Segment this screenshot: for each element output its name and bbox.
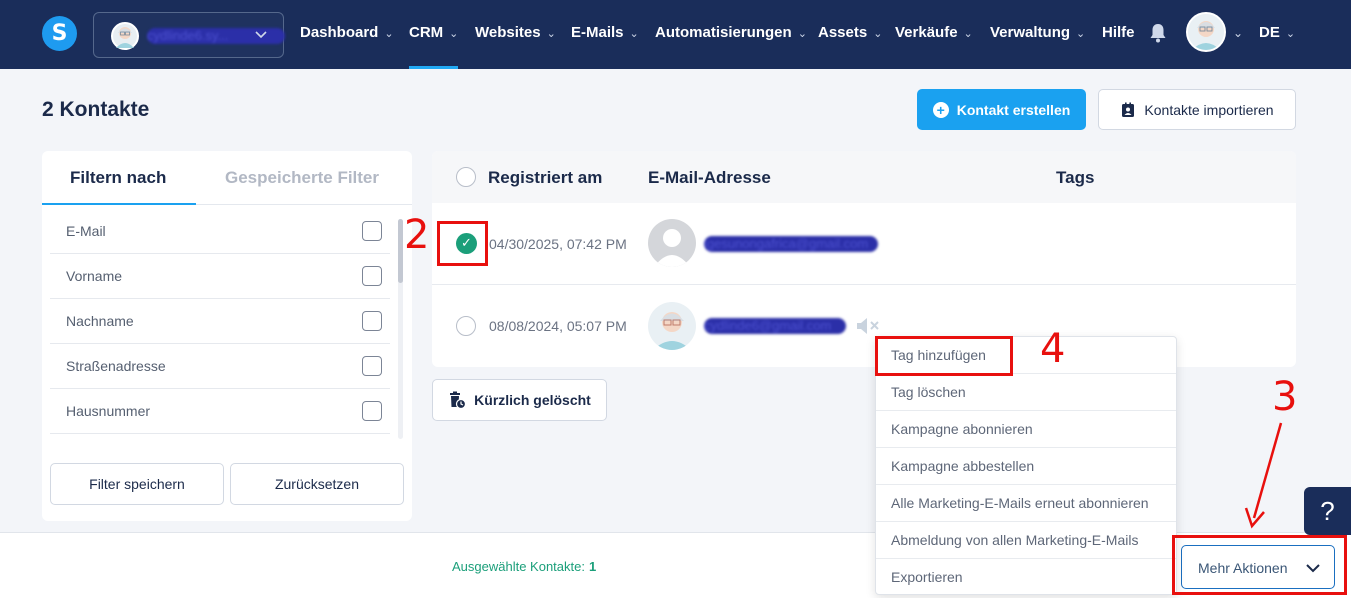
annotation-number-3: 3 [1272, 374, 1298, 420]
menu-item-unsubscribe-marketing[interactable]: Abmeldung von allen Marketing-E-Mails [876, 522, 1176, 559]
nav-item-assets[interactable]: Assets ⌄ [818, 24, 882, 41]
language-selector[interactable]: DE ⌄ [1259, 24, 1295, 41]
filter-checkbox[interactable] [362, 311, 382, 331]
nav-item-dashboard[interactable]: Dashboard ⌄ [300, 24, 394, 41]
filter-field-nachname[interactable]: Nachname [50, 299, 390, 344]
registered-date: 08/08/2024, 05:07 PM [489, 318, 627, 334]
menu-item-export[interactable]: Exportieren [876, 559, 1176, 596]
chevron-down-icon[interactable]: ⌄ [1233, 26, 1243, 40]
app-logo[interactable]: S [42, 16, 77, 51]
trash-clock-icon [450, 391, 467, 409]
menu-item-delete-tag[interactable]: Tag löschen [876, 374, 1176, 411]
contact-email[interactable]: cydlinde6@gmail.com [704, 318, 846, 334]
menu-item-unsubscribe-campaign[interactable]: Kampagne abbestellen [876, 448, 1176, 485]
nav-item-websites[interactable]: Websites ⌄ [475, 24, 556, 41]
nav-item-emails[interactable]: E-Mails ⌄ [571, 24, 639, 41]
reset-filter-button[interactable]: Zurücksetzen [230, 463, 404, 505]
chevron-down-icon: ⌄ [449, 27, 459, 40]
plus-icon: + [932, 101, 949, 118]
select-all-radio[interactable] [456, 167, 476, 187]
annotation-box-checkbox [437, 221, 488, 266]
contact-email[interactable]: lgesunongafrica@gmail.com [704, 236, 878, 252]
chevron-down-icon: ⌄ [1285, 27, 1296, 40]
filter-panel: Filtern nach Gespeicherte Filter E-Mail … [42, 151, 412, 521]
nav-item-verkaeufe[interactable]: Verkäufe ⌄ [895, 24, 973, 41]
nav-item-crm[interactable]: CRM ⌄ [409, 24, 458, 41]
help-button[interactable]: ? [1304, 487, 1351, 535]
account-avatar [111, 22, 139, 50]
filter-field-vorname[interactable]: Vorname [50, 254, 390, 299]
table-row[interactable]: ✓ 04/30/2025, 07:42 PM lgesunongafrica@g… [432, 203, 1296, 285]
nav-item-automatisierungen[interactable]: Automatisierungen ⌄ [655, 24, 807, 41]
chevron-down-icon: ⌄ [873, 27, 883, 40]
registered-date: 04/30/2025, 07:42 PM [489, 236, 627, 252]
column-header-tags[interactable]: Tags [1056, 168, 1094, 188]
selected-contacts-count: Ausgewählte Kontakte: 1 [452, 559, 597, 574]
annotation-box-more-actions [1172, 535, 1347, 595]
muted-speaker-icon [857, 318, 879, 334]
filter-checkbox[interactable] [362, 221, 382, 241]
account-switcher[interactable]: cydlinde6.sy... [93, 12, 285, 58]
nav-item-hilfe[interactable]: Hilfe [1102, 24, 1135, 41]
menu-item-resubscribe-marketing[interactable]: Alle Marketing-E-Mails erneut abonnieren [876, 485, 1176, 522]
contact-avatar-placeholder [648, 219, 696, 267]
tab-active-indicator [42, 203, 196, 205]
filter-checkbox[interactable] [362, 401, 382, 421]
menu-item-subscribe-campaign[interactable]: Kampagne abonnieren [876, 411, 1176, 448]
recently-deleted-button[interactable]: Kürzlich gelöscht [432, 379, 607, 421]
annotation-arrow [1244, 422, 1283, 529]
filter-checkbox[interactable] [362, 266, 382, 286]
filter-field-strassenadresse[interactable]: Straßenadresse [50, 344, 390, 389]
filter-field-email[interactable]: E-Mail [50, 209, 390, 254]
chevron-down-icon: ⌄ [1076, 27, 1086, 40]
chevron-down-icon: ⌄ [797, 27, 807, 40]
tab-saved-filters[interactable]: Gespeicherte Filter [225, 168, 379, 188]
chevron-down-icon [254, 27, 268, 44]
page-title: 2 Kontakte [42, 98, 150, 121]
contact-avatar [648, 302, 696, 350]
nav-item-verwaltung[interactable]: Verwaltung ⌄ [990, 24, 1085, 41]
annotation-number-2: 2 [404, 212, 430, 258]
create-contact-button[interactable]: + Kontakt erstellen [917, 89, 1086, 130]
user-avatar[interactable] [1186, 12, 1226, 52]
import-contacts-button[interactable]: Kontakte importieren [1098, 89, 1296, 130]
chevron-down-icon: ⌄ [963, 27, 973, 40]
annotation-number-4: 4 [1040, 326, 1066, 372]
save-filter-button[interactable]: Filter speichern [50, 463, 224, 505]
nav-active-indicator [409, 66, 458, 69]
contact-card-icon [1122, 102, 1135, 117]
row-select-radio[interactable] [456, 316, 476, 336]
filter-field-hausnummer[interactable]: Hausnummer [50, 389, 390, 434]
top-navigation: S cydlinde6.sy... Dashboard ⌄ CRM ⌄ Websit… [0, 0, 1351, 69]
tab-filter-by[interactable]: Filtern nach [70, 168, 166, 188]
column-header-registered[interactable]: Registriert am [488, 168, 602, 188]
filter-scrollbar[interactable] [398, 219, 403, 439]
chevron-down-icon: ⌄ [384, 27, 394, 40]
chevron-down-icon: ⌄ [629, 27, 639, 40]
chevron-down-icon: ⌄ [546, 27, 556, 40]
filter-checkbox[interactable] [362, 356, 382, 376]
bell-icon[interactable] [1149, 22, 1167, 44]
annotation-box-add-tag [875, 336, 1013, 376]
column-header-email[interactable]: E-Mail-Adresse [648, 168, 771, 188]
table-header: Registriert am E-Mail-Adresse Tags [432, 151, 1296, 203]
